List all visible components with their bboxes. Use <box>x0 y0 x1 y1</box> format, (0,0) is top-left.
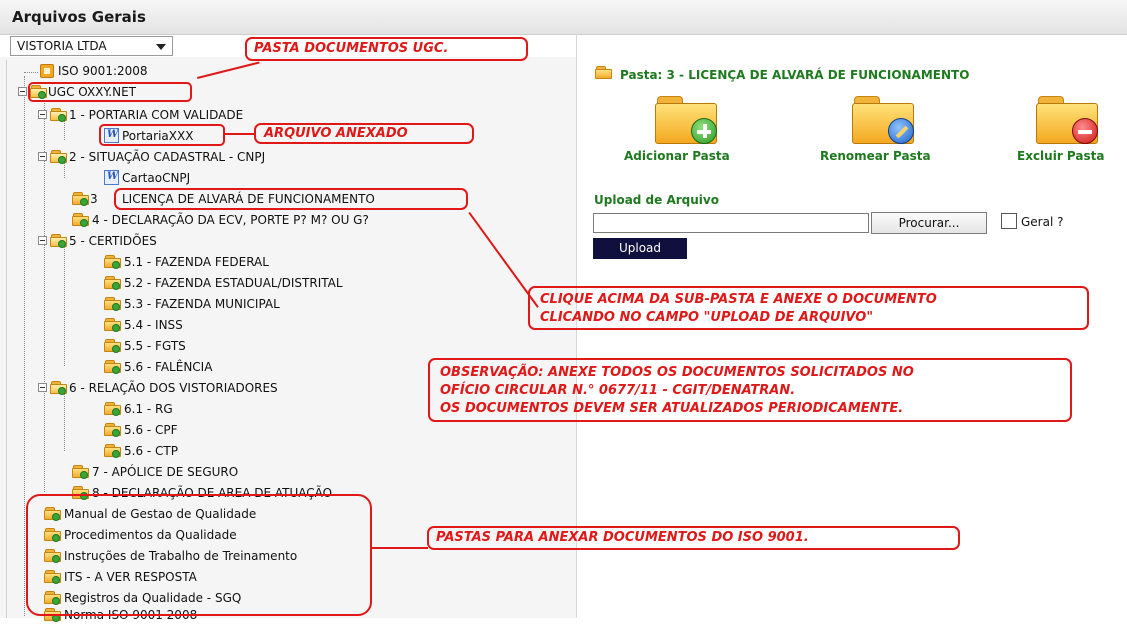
annotation-obs-line1: OBSERVAÇÃO: ANEXE TODOS OS DOCUMENTOS SO… <box>440 365 914 380</box>
tree-item-label: 6 - RELAÇÃO DOS VISTORIADORES <box>69 381 278 395</box>
annotation-box <box>114 188 468 210</box>
minus-icon <box>1072 118 1098 144</box>
rename-folder-button[interactable] <box>852 96 914 144</box>
folder-icon <box>72 213 90 227</box>
folder-icon <box>72 192 90 206</box>
folder-icon <box>104 318 122 332</box>
plus-icon <box>691 118 717 144</box>
annotation-arrow <box>225 133 256 135</box>
browse-button[interactable]: Procurar... <box>871 212 987 234</box>
folder-open-icon <box>50 234 68 248</box>
tree-item-label: 5.1 - FAZENDA FEDERAL <box>124 255 269 269</box>
tree-item-label: 5.2 - FAZENDA ESTADUAL/DISTRITAL <box>124 276 343 290</box>
folder-icon <box>104 444 122 458</box>
annotation-box <box>26 494 372 616</box>
folder-icon <box>104 339 122 353</box>
tree-item-label: 5.5 - FGTS <box>124 339 186 353</box>
file-path-input[interactable] <box>593 213 869 233</box>
annotation-clique-line1: CLIQUE ACIMA DA SUB-PASTA E ANEXE O DOCU… <box>540 292 937 307</box>
folder-icon <box>104 402 122 416</box>
collapse-icon[interactable] <box>38 152 47 161</box>
tree-item-label: 5.6 - CTP <box>124 444 178 458</box>
title-bar: Arquivos Gerais <box>0 0 1127 35</box>
tree-item-label: 1 - PORTARIA COM VALIDADE <box>69 108 244 122</box>
folder-open-icon <box>50 108 68 122</box>
folder-icon <box>104 255 122 269</box>
annotation-arrow <box>372 547 428 549</box>
folder-icon <box>595 66 613 79</box>
annotation-box <box>28 82 192 102</box>
add-folder-button[interactable] <box>655 96 717 144</box>
folder-icon <box>104 360 122 374</box>
chevron-down-icon <box>156 44 166 50</box>
add-folder-label[interactable]: Adicionar Pasta <box>624 149 730 163</box>
tree-line <box>64 393 66 451</box>
tree-item-label: CartaoCNPJ <box>122 171 191 185</box>
annotation-obs-line3: OS DOCUMENTOS DEVEM SER ATUALIZADOS PERI… <box>440 401 904 416</box>
word-document-icon <box>104 170 119 185</box>
tree-item-label: ISO 9001:2008 <box>58 64 148 78</box>
tree-item-label: 5.6 - CPF <box>124 423 178 437</box>
collapse-icon[interactable] <box>38 236 47 245</box>
collapse-icon[interactable] <box>38 383 47 392</box>
upload-button[interactable]: Upload <box>593 238 687 259</box>
geral-checkbox[interactable] <box>1001 213 1017 229</box>
folder-icon <box>104 423 122 437</box>
tree-item-label: 4 - DECLARAÇÃO DA ECV, PORTE P? M? OU G? <box>92 213 369 227</box>
annotation-pastas-iso: PASTAS PARA ANEXAR DOCUMENTOS DO ISO 900… <box>436 530 809 545</box>
pencil-icon <box>888 118 914 144</box>
tree-item-label: 5.3 - FAZENDA MUNICIPAL <box>124 297 280 311</box>
iso-file-icon <box>40 64 54 78</box>
annotation-box <box>99 124 225 146</box>
folder-icon <box>104 276 122 290</box>
panel-edge <box>6 60 7 618</box>
tree-line <box>64 162 66 178</box>
annotation-pasta-ugc: PASTA DOCUMENTOS UGC. <box>254 41 449 56</box>
pasta-header: Pasta: 3 - LICENÇA DE ALVARÁ DE FUNCIONA… <box>620 68 970 82</box>
tree-item-label: 5.6 - FALÊNCIA <box>124 360 213 374</box>
folder-icon <box>104 297 122 311</box>
rename-folder-label[interactable]: Renomear Pasta <box>820 149 931 163</box>
annotation-arquivo-anexado: ARQUIVO ANEXADO <box>264 126 408 141</box>
folder-open-icon <box>50 381 68 395</box>
annotation-clique-line2: CLICANDO NO CAMPO "UPLOAD DE ARQUIVO" <box>540 310 874 325</box>
collapse-icon[interactable] <box>38 110 47 119</box>
tree-item-label: 5.4 - INSS <box>124 318 183 332</box>
window-title: Arquivos Gerais <box>12 8 146 26</box>
company-select[interactable]: VISTORIA LTDA <box>10 36 173 56</box>
tree-item-label: 3 <box>90 192 98 206</box>
folder-icon <box>72 465 90 479</box>
tree-item-label: 2 - SITUAÇÃO CADASTRAL - CNPJ <box>69 150 266 164</box>
delete-folder-button[interactable] <box>1036 96 1098 144</box>
tree-line <box>24 72 38 74</box>
tree-line <box>64 246 66 366</box>
geral-label: Geral ? <box>1021 215 1064 229</box>
collapse-icon[interactable] <box>18 87 27 96</box>
annotation-obs-line2: OFÍCIO CIRCULAR N.° 0677/11 - CGIT/DENAT… <box>440 383 796 398</box>
upload-header: Upload de Arquivo <box>594 193 719 207</box>
tree-item-label: 5 - CERTIDÕES <box>69 234 157 248</box>
tree-line <box>64 120 66 140</box>
delete-folder-label[interactable]: Excluir Pasta <box>1017 149 1104 163</box>
tree-item-label: 7 - APÓLICE DE SEGURO <box>92 465 239 479</box>
company-select-value: VISTORIA LTDA <box>17 39 107 53</box>
folder-open-icon <box>50 150 68 164</box>
tree-item-label: 6.1 - RG <box>124 402 173 416</box>
